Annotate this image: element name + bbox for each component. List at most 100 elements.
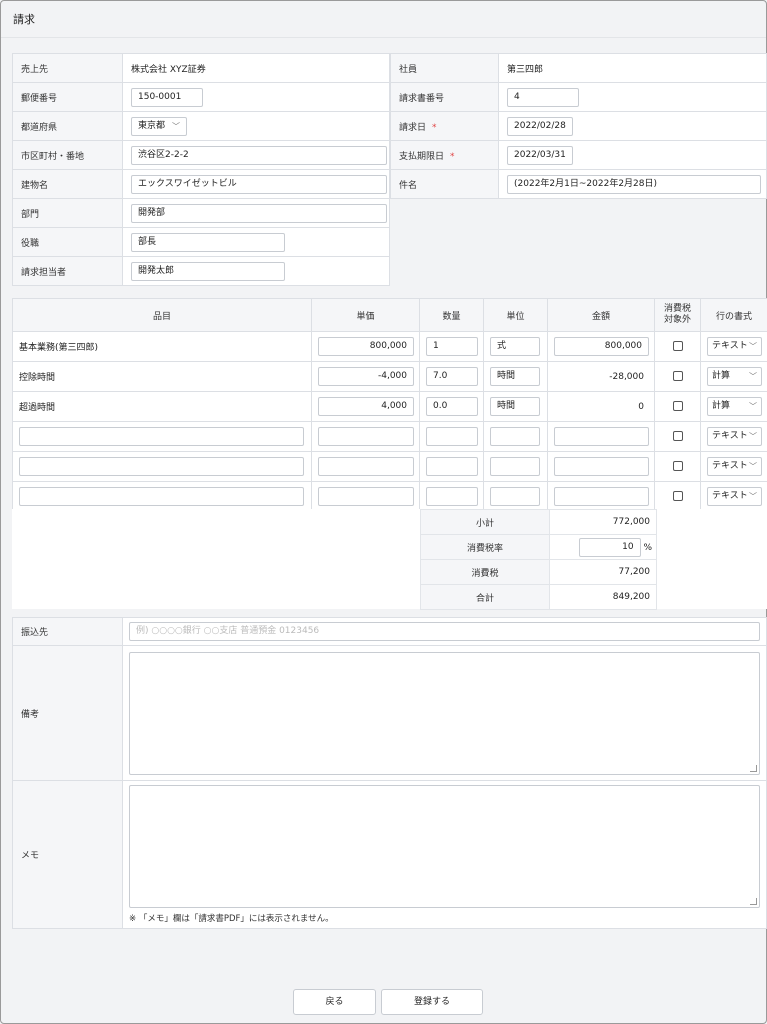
line-items-table: 品目 単価 数量 単位 金額 消費税 対象外 行の書式 基本業務(第三四郎) 80… [12,298,767,512]
required-mark: * [432,122,437,133]
unit-price-input[interactable] [318,427,414,446]
invoice-info-table: 社員 第三四郎 請求書番号 4 請求日 * 2022/02/28 支払期限日 * 2… [390,53,767,199]
position-input[interactable]: 部長 [131,232,285,252]
table-row: テキスト ﹀ [12,451,767,482]
totals-table: 小計 772,000 消費税率 10 % 消費税 77,200 合計 849,2… [420,509,657,610]
department-input[interactable]: 開発部 [131,203,387,223]
due-date-input[interactable]: 2022/03/31 [507,145,573,165]
tax-exempt-checkbox[interactable] [672,461,683,472]
tax-rate-label: 消費税率 [420,534,550,560]
remarks-textarea[interactable] [129,651,760,775]
bank-input[interactable]: 例) ○○○○銀行 ○○支店 普通預金 0123456 [129,622,760,641]
unit-price-input[interactable]: 4,000 [318,397,414,416]
invoice-form-window: 請求 売上先 株式会社 XYZ証券 郵便番号 150-0001 都道府県 東京都… [0,0,767,1024]
tax-value: 77,200 [549,559,657,585]
required-mark: * [450,151,455,162]
qty-input[interactable] [426,457,478,476]
tax-exempt-checkbox[interactable] [672,401,683,412]
table-row: テキスト ﹀ [12,481,767,512]
row-format-select[interactable]: テキスト ﹀ [707,337,762,356]
bank-label: 振込先 [12,617,123,646]
memo-label: メモ [12,780,123,929]
memo-textarea[interactable] [129,785,760,908]
postal-code-input[interactable]: 150-0001 [131,87,203,107]
amount-input[interactable] [554,427,649,446]
unit-input[interactable]: 時間 [490,367,540,386]
total-value: 849,200 [549,584,657,610]
table-row: 基本業務(第三四郎) 800,000 1 式 800,000 テキスト ﹀ [12,331,767,362]
page-title: 請求 [13,13,35,26]
table-row: テキスト ﹀ [12,421,767,452]
item-name[interactable]: 基本業務(第三四郎) [12,331,312,362]
header-unit-price: 単価 [311,298,420,332]
row-format-select[interactable]: 計算 ﹀ [707,397,762,416]
city-label: 市区町村・番地 [12,140,123,170]
row-format-select[interactable]: テキスト ﹀ [707,427,762,446]
contact-input[interactable]: 開発太郎 [131,261,285,281]
qty-input[interactable]: 1 [426,337,478,356]
chevron-down-icon: ﹀ [172,121,180,131]
postal-label: 郵便番号 [12,82,123,112]
header-tax-exempt: 消費税 対象外 [654,298,701,332]
city-input[interactable]: 渋谷区2-2-2 [131,145,387,165]
invoice-date-input[interactable]: 2022/02/28 [507,116,573,136]
position-label: 役職 [12,227,123,257]
invoice-number-input[interactable]: 4 [507,87,579,107]
unit-price-input[interactable]: -4,000 [318,367,414,386]
unit-price-input[interactable] [318,457,414,476]
amount-value: -28,000 [547,361,655,392]
unit-input[interactable] [490,457,540,476]
tax-rate-input[interactable]: 10 [578,537,641,557]
remarks-label: 備考 [12,645,123,781]
prefecture-label: 都道府県 [12,111,123,141]
subject-input[interactable]: (2022年2月1日~2022年2月28日) [507,174,761,194]
qty-input[interactable] [426,487,478,506]
tax-exempt-checkbox[interactable] [672,341,683,352]
header-unit: 単位 [483,298,548,332]
invoice-date-label: 請求日 * [390,111,499,141]
qty-input[interactable]: 0.0 [426,397,478,416]
chevron-down-icon: ﹀ [749,342,757,351]
tax-exempt-checkbox[interactable] [672,371,683,382]
amount-input[interactable] [554,457,649,476]
item-name[interactable]: 超過時間 [12,391,312,422]
unit-price-input[interactable] [318,487,414,506]
qty-input[interactable] [426,427,478,446]
unit-input[interactable]: 式 [490,337,540,356]
row-format-select[interactable]: 計算 ﹀ [707,367,762,386]
unit-price-input[interactable]: 800,000 [318,337,414,356]
unit-input[interactable]: 時間 [490,397,540,416]
amount-value: 0 [547,391,655,422]
item-name-input[interactable] [19,487,304,506]
due-date-label: 支払期限日 * [390,140,499,170]
title-divider [1,37,766,38]
table-row: 超過時間 4,000 0.0 時間 0 計算 ﹀ [12,391,767,422]
building-input[interactable]: エックスワイゼットビル [131,174,387,194]
chevron-down-icon: ﹀ [749,462,757,471]
item-name-input[interactable] [19,427,304,446]
back-button[interactable]: 戻る [293,989,376,1015]
contact-label: 請求担当者 [12,256,123,286]
header-amount: 金額 [547,298,655,332]
item-name[interactable]: 控除時間 [12,361,312,392]
header-row-format: 行の書式 [700,298,767,332]
unit-input[interactable] [490,427,540,446]
row-format-select[interactable]: テキスト ﹀ [707,487,762,506]
chevron-down-icon: ﹀ [749,372,757,381]
register-button[interactable]: 登録する [381,989,483,1015]
qty-input[interactable]: 7.0 [426,367,478,386]
subject-label: 件名 [390,169,499,199]
customer-value[interactable]: 株式会社 XYZ証券 [122,53,390,83]
customer-info-table: 売上先 株式会社 XYZ証券 郵便番号 150-0001 都道府県 東京都 ﹀ … [12,53,390,286]
tax-exempt-checkbox[interactable] [672,431,683,442]
item-name-input[interactable] [19,457,304,476]
tax-exempt-checkbox[interactable] [672,491,683,502]
row-format-select[interactable]: テキスト ﹀ [707,457,762,476]
unit-input[interactable] [490,487,540,506]
prefecture-select[interactable]: 東京都 ﹀ [131,116,187,136]
prefecture-value: 東京都 [138,120,166,131]
amount-input[interactable] [554,487,649,506]
chevron-down-icon: ﹀ [749,492,757,501]
table-row: 控除時間 -4,000 7.0 時間 -28,000 計算 ﹀ [12,361,767,392]
amount-input[interactable]: 800,000 [554,337,649,356]
